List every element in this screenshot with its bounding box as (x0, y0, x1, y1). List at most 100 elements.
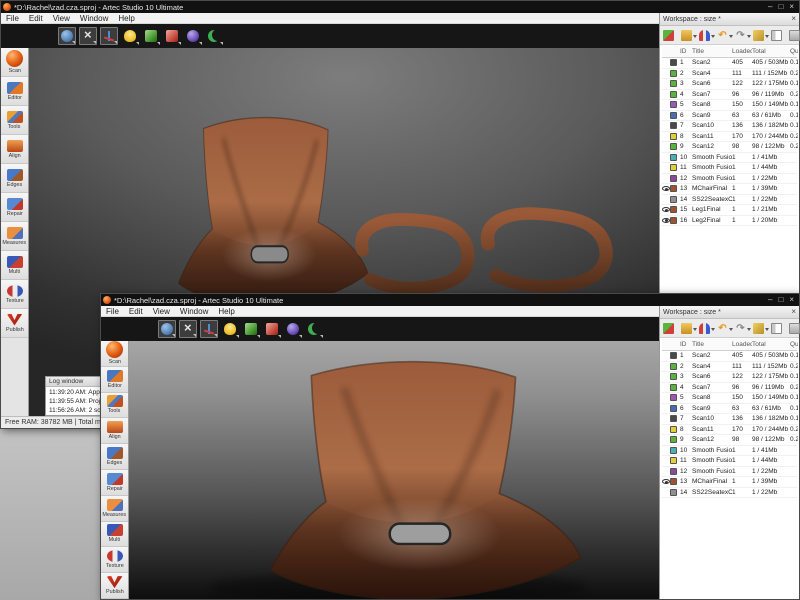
table-row[interactable]: 12 Smooth Fusion 1 1 1 / 22Mb (662, 174, 797, 185)
app-window-front[interactable]: *D:\Rachel\zad.cza.sproj - Artec Studio … (100, 293, 800, 600)
dropdown-caret-icon[interactable] (765, 328, 769, 331)
dropdown-caret-icon[interactable] (693, 328, 697, 331)
toolbar-button[interactable] (100, 27, 118, 45)
table-row[interactable]: 1 Scan2 405 405 / 503Mb 0.1 (662, 58, 797, 69)
dropdown-caret-icon[interactable] (747, 328, 751, 331)
table-row[interactable]: 13 MChairFinal 1 1 / 39Mb (662, 477, 797, 488)
table-row[interactable]: 3 Scan6 122 122 / 175Mb 0.1 (662, 79, 797, 90)
menu-item[interactable]: View (48, 14, 75, 23)
menu-item[interactable]: Help (213, 307, 239, 316)
dropdown-caret-icon[interactable] (765, 35, 769, 38)
dropdown-caret-icon[interactable] (72, 41, 75, 44)
titlebar[interactable]: *D:\Rachel\zad.cza.sproj - Artec Studio … (1, 1, 799, 13)
titlebar[interactable]: *D:\Rachel\zad.cza.sproj - Artec Studio … (101, 294, 799, 306)
toolbar-button[interactable] (58, 27, 76, 45)
toolbar-button[interactable] (284, 320, 302, 338)
table-row[interactable]: 6 Scan9 63 63 / 61Mb 0.1 (662, 404, 797, 415)
dropdown-caret-icon[interactable] (711, 328, 715, 331)
table-row[interactable]: 4 Scan7 96 96 / 119Mb 0.2 (662, 90, 797, 101)
menu-item[interactable]: File (1, 14, 24, 23)
dropdown-caret-icon[interactable] (220, 42, 223, 45)
menu-item[interactable]: Edit (24, 14, 48, 23)
sidebar-item[interactable]: Multi (1, 251, 28, 280)
workspace-tool-button[interactable] (663, 30, 679, 41)
toolbar-button[interactable] (305, 320, 323, 338)
dropdown-caret-icon[interactable] (93, 41, 96, 44)
table-row[interactable]: 12 Smooth Fusion 1 1 1 / 22Mb (662, 467, 797, 478)
table-row[interactable]: 1 Scan2 405 405 / 503Mb 0.1 (662, 351, 797, 362)
workspace-tool-button[interactable] (771, 323, 787, 334)
table-row[interactable]: 5 Scan8 150 150 / 149Mb 0.1 (662, 393, 797, 404)
toolbar-button[interactable] (121, 27, 139, 45)
table-row[interactable]: 2 Scan4 111 111 / 152Mb 0.2 (662, 69, 797, 80)
workspace-tool-button[interactable] (663, 323, 679, 334)
toolbar-button[interactable] (205, 27, 223, 45)
workspace-tool-button[interactable] (735, 323, 751, 334)
workspace-close-icon[interactable]: × (791, 308, 796, 316)
workspace-tool-button[interactable] (753, 30, 769, 41)
workspace-tool-button[interactable] (699, 30, 715, 41)
workspace-tool-button[interactable] (771, 30, 787, 41)
sidebar-item[interactable]: Editor (1, 77, 28, 106)
dropdown-caret-icon[interactable] (711, 35, 715, 38)
sidebar-item[interactable]: Measures (1, 222, 28, 251)
table-row[interactable]: 14 SS22SeatexCha 1 1 1 / 22Mb (662, 488, 797, 499)
workspace-tool-button[interactable] (753, 323, 769, 334)
sidebar-item[interactable]: Tools (101, 393, 128, 419)
table-row[interactable]: 9 Scan12 98 98 / 122Mb 0.2 (662, 142, 797, 153)
dropdown-caret-icon[interactable] (114, 41, 117, 44)
maximize-button[interactable]: □ (778, 3, 783, 11)
toolbar-button[interactable] (221, 320, 239, 338)
table-row[interactable]: 10 Smooth Fusion 1 1 1 / 41Mb (662, 153, 797, 164)
sidebar-item[interactable]: Editor (101, 367, 128, 393)
toolbar-button[interactable] (79, 27, 97, 45)
eye-icon[interactable] (662, 207, 670, 212)
dropdown-caret-icon[interactable] (320, 335, 323, 338)
eye-icon[interactable] (662, 479, 670, 484)
dropdown-caret-icon[interactable] (178, 42, 181, 45)
dropdown-caret-icon[interactable] (729, 35, 733, 38)
workspace-tool-button[interactable] (735, 30, 751, 41)
sidebar-item[interactable]: Align (101, 418, 128, 444)
minimize-button[interactable]: – (768, 296, 772, 304)
workspace-tool-button[interactable] (681, 323, 697, 334)
table-row[interactable]: 13 MChairFinal 1 1 / 39Mb (662, 184, 797, 195)
dropdown-caret-icon[interactable] (236, 335, 239, 338)
sidebar-item[interactable]: Multi (101, 522, 128, 548)
close-button[interactable]: × (789, 296, 794, 304)
eye-icon[interactable] (662, 218, 670, 223)
dropdown-caret-icon[interactable] (299, 335, 302, 338)
table-row[interactable]: 8 Scan11 170 170 / 244Mb 0.2 (662, 132, 797, 143)
workspace-tool-button[interactable] (717, 323, 733, 334)
toolbar-button[interactable] (184, 27, 202, 45)
dropdown-caret-icon[interactable] (214, 334, 217, 337)
table-row[interactable]: 4 Scan7 96 96 / 119Mb 0.2 (662, 383, 797, 394)
toolbar-button[interactable] (200, 320, 218, 338)
table-row[interactable]: 7 Scan10 136 136 / 182Mb 0.1 (662, 121, 797, 132)
close-button[interactable]: × (789, 3, 794, 11)
table-row[interactable]: 11 Smooth Fusion 1 1 1 / 44Mb (662, 163, 797, 174)
table-row[interactable]: 7 Scan10 136 136 / 182Mb 0.1 (662, 414, 797, 425)
viewport-3d-front[interactable] (129, 341, 659, 599)
sidebar-item[interactable]: Publish (1, 309, 28, 338)
dropdown-caret-icon[interactable] (278, 335, 281, 338)
dropdown-caret-icon[interactable] (729, 328, 733, 331)
table-row[interactable]: 15 Leg1Final 1 1 / 21Mb (662, 205, 797, 216)
toolbar-button[interactable] (242, 320, 260, 338)
table-row[interactable]: 16 Leg2Final 1 1 / 20Mb (662, 216, 797, 227)
workspace-tool-button[interactable] (789, 30, 800, 41)
menu-item[interactable]: Edit (124, 307, 148, 316)
table-row[interactable]: 11 Smooth Fusion 1 1 1 / 44Mb (662, 456, 797, 467)
sidebar-item[interactable]: Edges (101, 444, 128, 470)
dropdown-caret-icon[interactable] (172, 334, 175, 337)
sidebar-item[interactable]: Texture (1, 280, 28, 309)
table-row[interactable]: 10 Smooth Fusion 1 1 1 / 41Mb (662, 446, 797, 457)
dropdown-caret-icon[interactable] (193, 334, 196, 337)
dropdown-caret-icon[interactable] (257, 335, 260, 338)
dropdown-caret-icon[interactable] (199, 42, 202, 45)
sidebar-item[interactable]: Repair (101, 470, 128, 496)
sidebar-item[interactable]: Texture (101, 547, 128, 573)
workspace-tool-button[interactable] (789, 323, 800, 334)
sidebar-item[interactable]: Publish (101, 573, 128, 599)
toolbar-button[interactable] (158, 320, 176, 338)
